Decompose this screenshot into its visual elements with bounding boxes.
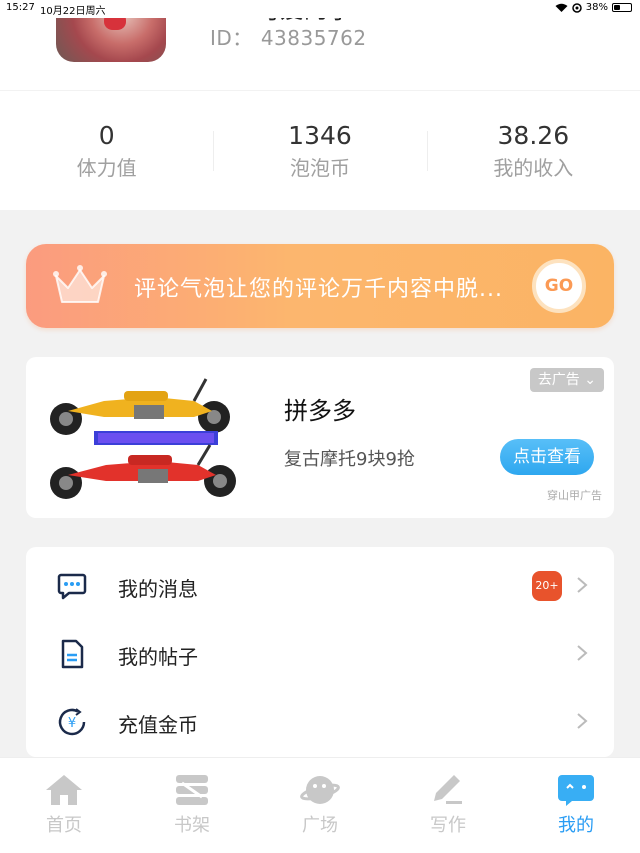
- tab-home[interactable]: 首页: [0, 758, 128, 853]
- crown-icon: [53, 265, 107, 303]
- remove-ad-button[interactable]: 去广告 ⌄: [529, 368, 604, 392]
- tab-label: 广场: [302, 815, 338, 836]
- tab-label: 写作: [430, 815, 466, 836]
- status-time: 15:27: [6, 2, 35, 13]
- chevron-right-icon: [577, 713, 588, 729]
- unread-badge: 20+: [532, 571, 562, 601]
- planet-icon: [300, 776, 340, 804]
- menu-label: 我的消息: [118, 577, 198, 601]
- ad-view-button[interactable]: 点击查看: [500, 439, 594, 475]
- chevron-right-icon: [577, 645, 588, 661]
- pen-icon: [434, 775, 462, 804]
- status-bar: 15:27 10月22日周六 38%: [0, 0, 640, 18]
- menu-label: 充值金币: [118, 713, 198, 737]
- menu-item-recharge[interactable]: ¥ 充值金币: [26, 686, 614, 754]
- home-icon: [46, 775, 82, 805]
- user-id-label: ID：: [210, 26, 253, 50]
- profile-bubble-icon: [558, 775, 594, 806]
- menu-list: 我的消息 20+ 我的帖子 ¥ 充值金币: [26, 547, 614, 757]
- stat-label: 体力值: [76, 156, 137, 180]
- svg-text:¥: ¥: [68, 716, 76, 731]
- ad-title: 拼多多: [284, 397, 356, 425]
- banner-text: 评论气泡让您的评论万千内容中脱...: [134, 277, 503, 302]
- stat-bubble-coins[interactable]: 1346 泡泡币: [213, 91, 426, 210]
- go-button[interactable]: GO: [532, 259, 586, 313]
- comment-bubble-banner[interactable]: 评论气泡让您的评论万千内容中脱... GO: [26, 244, 614, 328]
- message-icon: [57, 573, 87, 600]
- battery-percent: 38%: [585, 2, 608, 13]
- tab-plaza[interactable]: 广场: [256, 758, 384, 853]
- tab-mine[interactable]: 我的: [512, 758, 640, 853]
- yellow-motorcycle: [50, 378, 230, 435]
- stat-value: 0: [98, 121, 115, 150]
- tab-label: 书架: [174, 815, 210, 836]
- bookshelf-icon: [176, 775, 208, 805]
- stat-stamina[interactable]: 0 体力值: [0, 91, 213, 210]
- user-id-value: 43835762: [260, 26, 367, 50]
- stat-label: 我的收入: [493, 156, 574, 180]
- wifi-icon: [555, 3, 568, 12]
- user-id: ID： 43835762: [210, 22, 367, 51]
- remove-ad-label: 去广告: [537, 372, 580, 388]
- battery-icon: [612, 3, 632, 12]
- stat-value: 38.26: [497, 121, 570, 150]
- tab-bookshelf[interactable]: 书架: [128, 758, 256, 853]
- tab-label: 我的: [558, 815, 594, 836]
- status-date: 10月22日周六: [40, 6, 106, 17]
- stat-label: 泡泡币: [289, 156, 350, 180]
- battery-fill: [614, 5, 621, 10]
- chevron-down-icon: ⌄: [584, 372, 596, 388]
- document-icon: [61, 639, 84, 669]
- status-right: 38%: [555, 2, 632, 13]
- tab-write[interactable]: 写作: [384, 758, 512, 853]
- menu-item-posts[interactable]: 我的帖子: [26, 618, 614, 686]
- red-motorcycle: [50, 444, 236, 499]
- tab-label: 首页: [46, 815, 82, 836]
- stats-row: 0 体力值 1346 泡泡币 38.26 我的收入: [0, 91, 640, 210]
- stat-value: 1346: [288, 121, 352, 150]
- orientation-lock-icon: [572, 2, 582, 13]
- ad-description: 复古摩托9块9抢: [284, 449, 415, 470]
- coin-icon: ¥: [58, 708, 86, 736]
- menu-label: 我的帖子: [118, 645, 198, 669]
- chevron-right-icon: [577, 577, 588, 593]
- ad-card[interactable]: 拼多多 复古摩托9块9抢 去广告 ⌄ 点击查看 穿山甲广告: [26, 357, 614, 518]
- motorcycle-ad-image: [50, 378, 236, 499]
- ad-source: 穿山甲广告: [547, 489, 602, 502]
- menu-item-messages[interactable]: 我的消息 20+: [26, 550, 614, 618]
- bottom-tab-bar: 首页 书架 广场 写作 我的: [0, 757, 640, 853]
- stat-income[interactable]: 38.26 我的收入: [426, 91, 640, 210]
